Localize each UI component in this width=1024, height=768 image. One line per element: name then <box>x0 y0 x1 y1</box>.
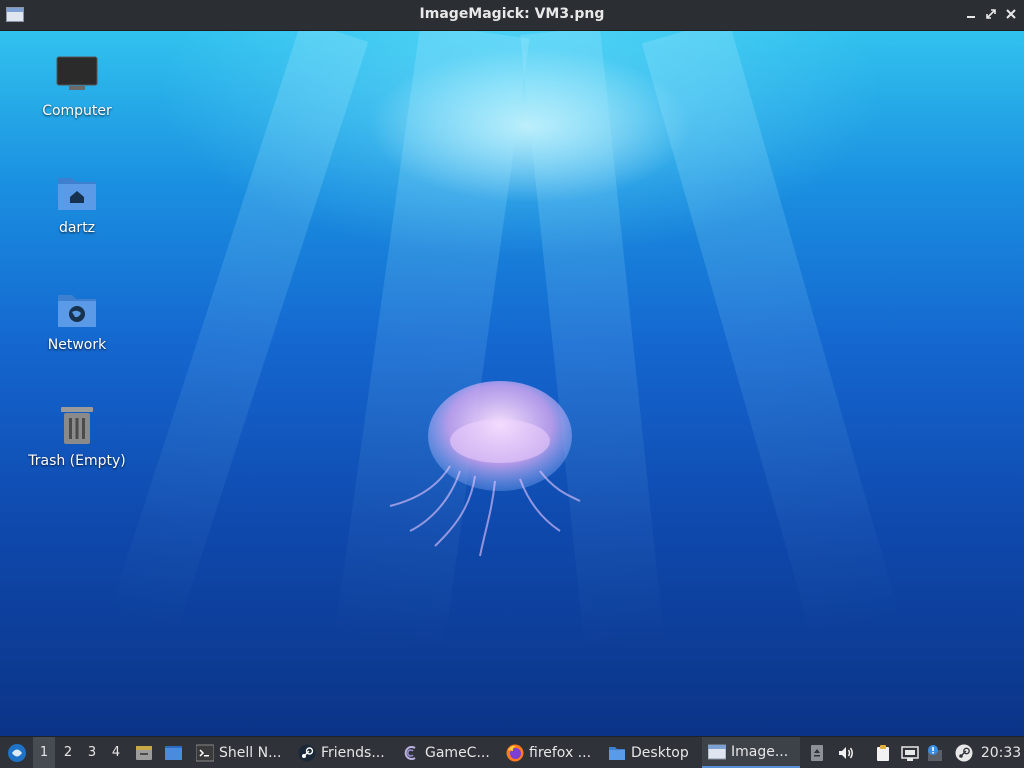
maximize-icon[interactable] <box>983 6 999 22</box>
tray-steam[interactable] <box>953 737 975 768</box>
workspace-2[interactable]: 2 <box>57 737 79 768</box>
desktop-icon-label: Trash (Empty) <box>28 453 126 469</box>
trash-icon <box>55 403 99 447</box>
folder-icon <box>609 746 625 760</box>
task-desktop[interactable]: Desktop <box>602 737 700 768</box>
terminal-icon <box>196 744 214 761</box>
task-gamecube[interactable]: GameC... <box>396 737 496 768</box>
clipboard-icon <box>877 744 889 761</box>
tray-clipboard[interactable] <box>872 737 894 768</box>
imagemagick-icon <box>708 744 726 759</box>
volume-icon <box>839 746 853 759</box>
file-manager-icon <box>136 745 152 760</box>
desktop-icon-label: Network <box>47 337 107 353</box>
network-icon <box>901 745 919 761</box>
light-ray <box>641 31 900 640</box>
workspace-1[interactable]: 1 <box>33 737 55 768</box>
task-friends[interactable]: Friends... <box>292 737 392 768</box>
clock[interactable]: 20:33 <box>980 737 1022 768</box>
eject-icon <box>811 744 823 761</box>
home-folder-icon <box>55 170 99 214</box>
tray-network[interactable] <box>899 737 921 768</box>
firefox-icon <box>506 744 524 761</box>
update-notification-icon <box>928 744 942 761</box>
task-shell[interactable]: Shell N... <box>190 737 290 768</box>
tray-eject[interactable] <box>808 737 826 768</box>
file-manager-launcher[interactable] <box>133 737 155 768</box>
lubuntu-logo-icon <box>8 743 26 762</box>
task-label: firefox ... <box>529 744 592 761</box>
network-folder-icon <box>55 287 99 331</box>
show-desktop-button[interactable] <box>161 737 185 768</box>
task-label: GameC... <box>425 744 490 761</box>
light-ray <box>110 31 369 632</box>
tray-volume[interactable] <box>835 737 857 768</box>
task-imagemagick[interactable]: Image... <box>702 737 800 768</box>
workspace-3[interactable]: 3 <box>81 737 103 768</box>
window-titlebar[interactable]: ImageMagick: VM3.png <box>0 0 1024 31</box>
task-label: Desktop <box>631 744 689 761</box>
window-title: ImageMagick: VM3.png <box>419 6 605 22</box>
task-label: Shell N... <box>219 744 282 761</box>
tray-updates[interactable] <box>926 737 944 768</box>
desktop-icon-network[interactable]: Network <box>22 287 132 353</box>
start-menu-button[interactable] <box>4 737 30 768</box>
desktop-icon-label: Computer <box>42 103 112 119</box>
task-firefox[interactable]: firefox ... <box>500 737 600 768</box>
desktop-icon-computer[interactable]: Computer <box>22 53 132 119</box>
steam-tray-icon <box>955 744 973 761</box>
workspace-4[interactable]: 4 <box>105 737 127 768</box>
minimize-icon[interactable] <box>963 6 979 22</box>
desktop-icon-dartz[interactable]: dartz <box>22 170 132 236</box>
jellyfish-wallpaper-image <box>389 381 581 557</box>
taskbar: 1 2 3 4 Shell N... Friends... GameC... f… <box>0 736 1024 768</box>
computer-icon <box>55 53 99 97</box>
gamecube-icon <box>404 745 416 760</box>
close-icon[interactable] <box>1003 6 1019 22</box>
show-desktop-icon <box>165 745 182 760</box>
desktop-icon-trash[interactable]: Trash (Empty) <box>22 403 132 469</box>
desktop-background[interactable]: Computer dartz Network Trash (Empty) <box>0 31 1024 736</box>
task-label: Image... <box>731 743 789 760</box>
task-label: Friends... <box>321 744 385 761</box>
steam-icon <box>298 744 316 761</box>
desktop-icon-label: dartz <box>58 220 96 236</box>
